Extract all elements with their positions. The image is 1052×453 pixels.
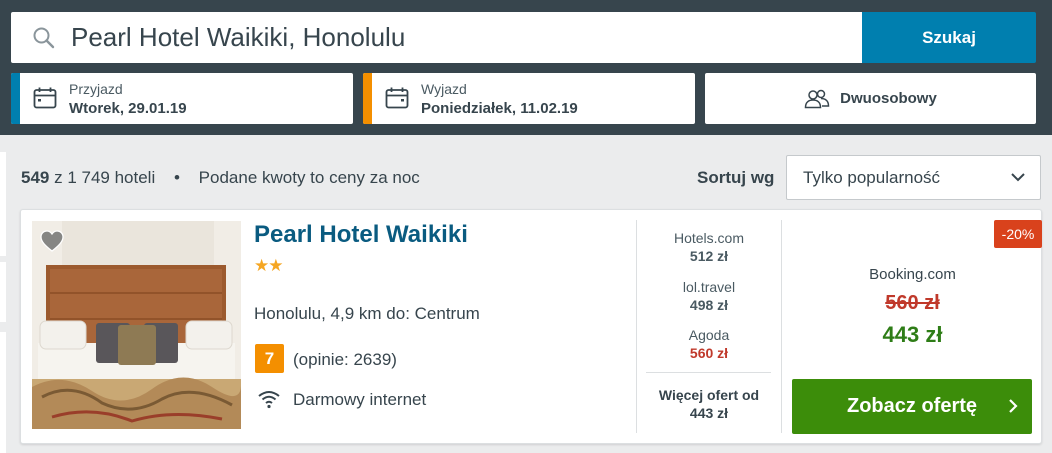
more-offers-label: Więcej ofert od	[658, 387, 760, 403]
old-price: 560 zł	[885, 292, 940, 314]
amenity-wifi: Darmowy internet	[293, 390, 427, 409]
checkin-accent	[11, 73, 20, 124]
side-panel-edge	[0, 262, 6, 322]
offer-price: 560 zł	[689, 345, 729, 361]
room-type-label: Dwuosobowy	[840, 90, 937, 107]
top-bar: Szukaj Przyjazd Wtorek, 29.01.19 Wyjazd …	[0, 0, 1052, 135]
star-rating: ★★	[254, 256, 284, 275]
hotel-location: Honolulu, 4,9 km do: Centrum	[254, 304, 480, 323]
search-box[interactable]	[11, 12, 862, 63]
room-type-field[interactable]: Dwuosobowy	[705, 73, 1036, 124]
deal-price: 443 zł	[882, 322, 943, 347]
search-button[interactable]: Szukaj	[862, 12, 1036, 63]
view-deal-button[interactable]: Zobacz ofertę	[792, 379, 1032, 434]
offer-item[interactable]: Agoda 560 zł	[637, 327, 781, 361]
users-icon	[804, 89, 830, 108]
chevron-right-icon	[1009, 399, 1018, 413]
discount-badge: -20%	[994, 220, 1042, 248]
calendar-icon	[33, 87, 57, 109]
heart-icon[interactable]	[40, 230, 64, 252]
chevron-down-icon	[1011, 173, 1025, 182]
hotel-room-photo	[32, 221, 241, 429]
offer-provider: Hotels.com	[673, 230, 745, 246]
side-panel-edge	[0, 152, 6, 256]
checkout-label: Wyjazd	[421, 81, 467, 97]
sort-dropdown[interactable]: Tylko popularność	[786, 155, 1041, 200]
hotel-card[interactable]: Pearl Hotel Waikiki ★★ Honolulu, 4,9 km …	[20, 209, 1042, 444]
checkin-value: Wtorek, 29.01.19	[69, 100, 187, 117]
results-summary: 549 z 1 749 hoteli • Podane kwoty to cen…	[21, 168, 420, 188]
offer-price: 498 zł	[689, 297, 729, 313]
search-input[interactable]	[71, 12, 851, 63]
rating-badge: 7	[255, 344, 284, 373]
offers-separator	[646, 372, 771, 373]
sort-label: Sortuj wg	[697, 168, 775, 187]
sort-selected-value: Tylko popularność	[803, 168, 941, 187]
checkout-accent	[363, 73, 372, 124]
checkin-date-field[interactable]: Przyjazd Wtorek, 29.01.19	[11, 73, 353, 124]
results-separator: •	[173, 168, 180, 187]
hotel-image[interactable]	[32, 221, 241, 429]
checkout-value: Poniedziałek, 11.02.19	[421, 100, 578, 117]
hotel-name[interactable]: Pearl Hotel Waikiki	[254, 221, 468, 249]
price-note: Podane kwoty to ceny za noc	[198, 168, 420, 187]
deal-provider: Booking.com	[869, 266, 956, 283]
more-offers-price: 443 zł	[689, 405, 729, 421]
review-count[interactable]: (opinie: 2639)	[293, 350, 397, 370]
more-offers-link[interactable]: Więcej ofert od 443 zł	[637, 386, 781, 422]
offer-item[interactable]: Hotels.com 512 zł	[637, 230, 781, 264]
view-deal-label: Zobacz ofertę	[846, 395, 978, 417]
side-panel-edge	[0, 332, 6, 453]
offer-provider: lol.travel	[682, 279, 736, 295]
calendar-icon	[385, 87, 409, 109]
checkout-date-field[interactable]: Wyjazd Poniedziałek, 11.02.19	[363, 73, 695, 124]
results-total: z 1 749 hoteli	[54, 168, 156, 187]
search-icon	[33, 27, 55, 49]
offer-item[interactable]: lol.travel 498 zł	[637, 279, 781, 313]
offer-provider: Agoda	[688, 327, 730, 343]
offer-price: 512 zł	[689, 248, 729, 264]
checkin-label: Przyjazd	[69, 81, 123, 97]
results-count: 549	[21, 168, 50, 187]
wifi-icon	[258, 391, 280, 409]
